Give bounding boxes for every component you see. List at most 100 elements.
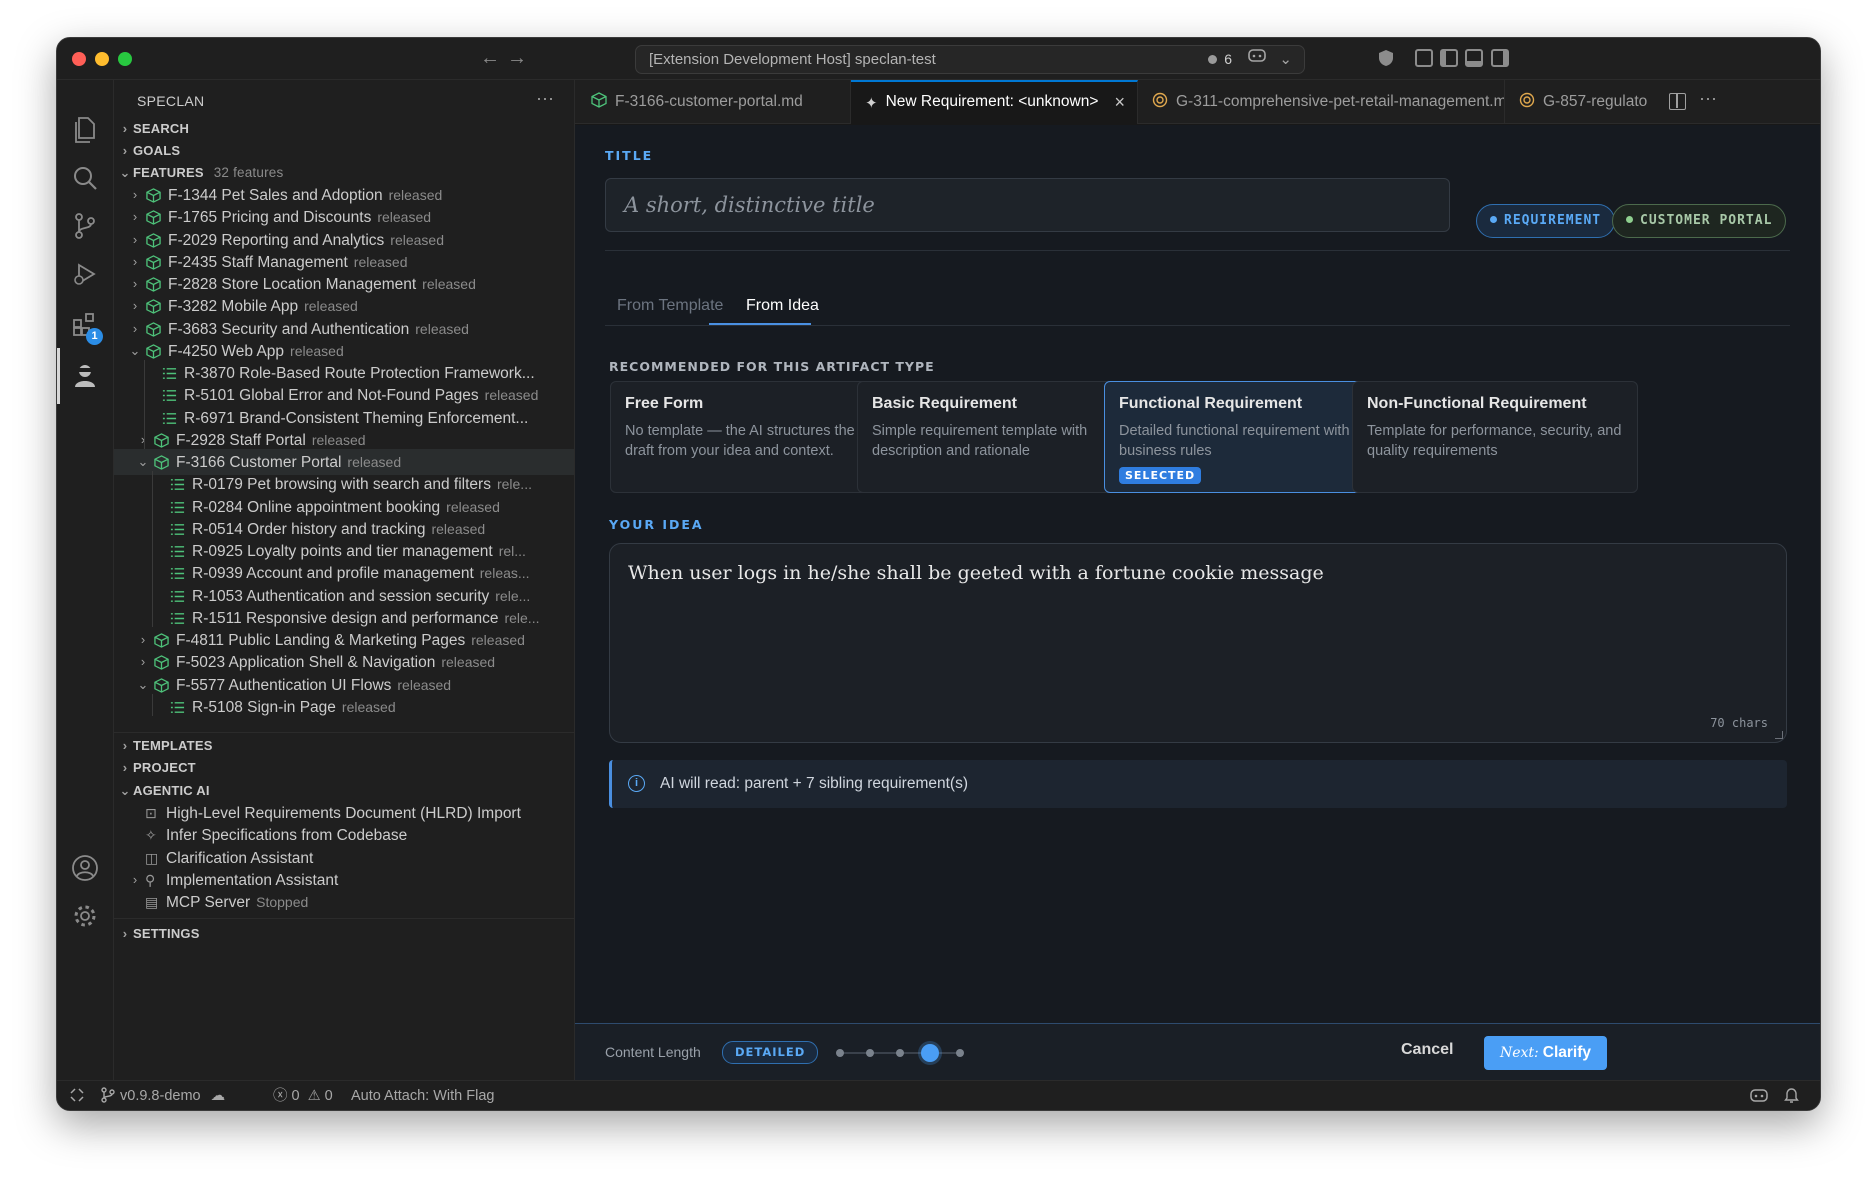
tree-item-status: released (341, 698, 396, 715)
title-input[interactable]: A short, distinctive title (605, 178, 1450, 232)
active-view-indicator (57, 348, 60, 404)
tree-item-status: rele... (495, 587, 531, 604)
tree-item-status: rele... (496, 476, 532, 493)
tree-item-status: released (397, 676, 452, 693)
search-icon[interactable] (71, 164, 99, 192)
template-card-non-functional-requirement[interactable]: Non-Functional Requirement Template for … (1352, 381, 1638, 493)
sparkle-icon: ✦ (865, 95, 878, 112)
resize-handle[interactable] (1775, 731, 1783, 739)
speclan-sidebar: SPECLAN ··· › SEARCH › GOALS ⌄ FEATURES 32 f… (114, 80, 575, 1080)
problems-status[interactable]: ⓧ 0 ⚠ 0 (273, 1081, 333, 1110)
tab-goal-857[interactable]: G-857-regulato (1505, 80, 1655, 124)
selected-badge: SELECTED (1119, 467, 1202, 484)
branch-status[interactable]: v0.9.8-demo ☁ (101, 1081, 226, 1110)
error-icon: ⓧ (273, 1088, 288, 1104)
title-bar: ← → [Extension Development Host] speclan… (57, 38, 1820, 80)
feature-box-icon (154, 655, 169, 671)
split-editor-icon[interactable] (1669, 93, 1686, 110)
tab-from-template[interactable]: From Template (617, 297, 723, 315)
feature-box-icon (154, 455, 169, 470)
slider-thumb[interactable] (921, 1044, 939, 1062)
explorer-icon[interactable] (71, 116, 99, 144)
tree-item-label: F-5577 Authentication UI Flows (176, 676, 392, 694)
requirement-tree-item[interactable]: R-5108 Sign-in Page released (114, 694, 574, 720)
editor-more-actions-icon[interactable]: ··· (1699, 88, 1717, 109)
copilot-status-icon[interactable] (1750, 1081, 1768, 1110)
status-bar: v0.9.8-demo ☁ ⓧ 0 ⚠ 0 Auto Attach: With … (57, 1080, 1820, 1110)
source-control-icon[interactable] (71, 212, 99, 240)
info-icon: i (628, 775, 645, 792)
template-card-free-form[interactable]: Free Form No template — the AI structure… (610, 381, 896, 493)
slider-stop[interactable] (836, 1049, 844, 1057)
indent-guide (152, 471, 153, 627)
toggle-primary-sidebar-icon[interactable] (1440, 49, 1458, 67)
tab-from-idea[interactable]: From Idea (746, 297, 819, 315)
tree-item-status: released (377, 209, 432, 226)
slider-stop[interactable] (956, 1049, 964, 1057)
accounts-shield-icon[interactable] (1376, 48, 1396, 72)
notification-count[interactable]: 6 (1208, 46, 1232, 73)
close-tab-icon[interactable]: × (1114, 82, 1125, 122)
slider-stop[interactable] (866, 1049, 874, 1057)
requirement-list-icon (170, 501, 185, 513)
chevron-down-icon[interactable]: ⌄ (1279, 46, 1292, 73)
slider-stop[interactable] (896, 1049, 904, 1057)
requirement-list-icon (170, 612, 185, 624)
tree-item-label: F-1765 Pricing and Discounts (168, 209, 372, 227)
template-card-basic-requirement[interactable]: Basic Requirement Simple requirement tem… (857, 381, 1143, 493)
feature-box-icon (146, 188, 161, 203)
cancel-button[interactable]: Cancel (1401, 1041, 1453, 1059)
feature-box-icon (146, 232, 161, 248)
idea-textarea[interactable]: When user logs in he/she shall be geeted… (609, 543, 1787, 743)
notifications-bell-icon[interactable] (1784, 1081, 1799, 1110)
tab-customer-portal-md[interactable]: F-3166-customer-portal.md (575, 80, 851, 124)
tree-item-label: R-0179 Pet browsing with search and filt… (192, 476, 491, 494)
sidebar-title: SPECLAN (137, 93, 205, 109)
requirement-list-icon (170, 546, 185, 557)
requirement-list-icon (162, 368, 177, 379)
copilot-icon[interactable] (1248, 46, 1266, 73)
more-actions-icon[interactable]: ··· (536, 88, 554, 109)
requirement-list-icon (170, 590, 185, 602)
requirement-list-icon (170, 701, 185, 713)
settings-gear-icon[interactable] (71, 902, 99, 930)
extensions-badge: 1 (86, 328, 103, 345)
toggle-secondary-sidebar-icon[interactable] (1491, 49, 1509, 67)
requirement-list-icon (170, 479, 185, 491)
agentic-ai-item[interactable]: ▤ MCP Server Stopped (114, 889, 574, 915)
tree-item-status: released (388, 187, 443, 203)
next-clarify-button[interactable]: Next: Clarify (1484, 1036, 1607, 1070)
back-arrow-icon[interactable]: ← (480, 46, 500, 70)
section-settings[interactable]: › SETTINGS (114, 921, 574, 947)
close-window-button[interactable] (72, 52, 86, 66)
accounts-icon[interactable] (71, 854, 99, 882)
forward-arrow-icon[interactable]: → (507, 46, 527, 70)
tree-item-label: F-3683 Security and Authentication (168, 320, 410, 338)
remote-icon[interactable] (70, 1081, 84, 1110)
tab-goal-311[interactable]: G-311-comprehensive-pet-retail-managemen… (1138, 80, 1505, 124)
speclan-icon[interactable] (71, 361, 99, 389)
minimize-window-button[interactable] (95, 52, 109, 66)
agentic-item-label: Clarification Assistant (166, 849, 314, 867)
command-center[interactable]: [Extension Development Host] speclan-tes… (635, 45, 1305, 74)
content-length-badge: DETAILED (722, 1041, 819, 1064)
tree-item-status: released (471, 632, 525, 648)
tree-item-status: released (347, 454, 402, 470)
toggle-panel-icon[interactable] (1465, 49, 1483, 67)
warning-icon: ⚠ (307, 1088, 321, 1104)
sync-icon: ☁ (210, 1088, 226, 1104)
tree-item-status: released (311, 431, 366, 448)
auto-attach-status[interactable]: Auto Attach: With Flag (351, 1081, 494, 1110)
customize-layout-icon[interactable] (1415, 49, 1433, 67)
run-debug-icon[interactable] (71, 260, 99, 288)
tree-item-status: released (353, 253, 408, 270)
maximize-window-button[interactable] (118, 52, 132, 66)
tree-item-label: F-2029 Reporting and Analytics (168, 231, 385, 249)
tree-item-status: rele... (504, 609, 540, 626)
feature-box-icon (146, 343, 161, 359)
ai-context-info: i AI will read: parent + 7 sibling requi… (609, 760, 1787, 808)
tab-new-requirement[interactable]: ✦ New Requirement: <unknown> × (851, 80, 1138, 124)
template-card-functional-requirement[interactable]: Functional Requirement Detailed function… (1104, 381, 1390, 493)
agentic-item-label: High-Level Requirements Document (HLRD) … (166, 805, 521, 822)
vscode-window: ← → [Extension Development Host] speclan… (56, 37, 1821, 1111)
